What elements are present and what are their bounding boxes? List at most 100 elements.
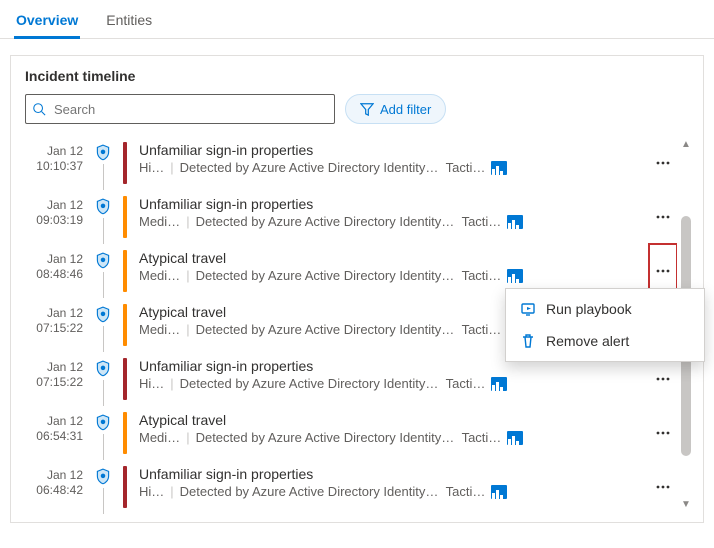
timeline-connector [103, 326, 104, 352]
alert-title[interactable]: Unfamiliar sign-in properties [139, 466, 643, 482]
detected-by: Detected by Azure Active Directory Ident… [196, 268, 456, 283]
shield-icon [94, 252, 112, 270]
alert-subtitle: Medi…|Detected by Azure Active Directory… [139, 430, 643, 445]
timestamp-date: Jan 12 [25, 360, 83, 375]
timeline-node [93, 460, 113, 514]
timeline-connector [103, 218, 104, 244]
severity-bar [123, 358, 127, 400]
timeline-connector [103, 434, 104, 460]
shield-icon [94, 306, 112, 324]
scroll-down-icon[interactable]: ▼ [681, 496, 691, 514]
timeline-node [93, 244, 113, 298]
timeline-node [93, 352, 113, 406]
alert-title[interactable]: Unfamiliar sign-in properties [139, 142, 643, 158]
alert-title[interactable]: Atypical travel [139, 250, 643, 266]
tab-overview[interactable]: Overview [14, 6, 80, 39]
timeline-row[interactable]: Jan 1210:10:37 Unfamiliar sign-in propert… [25, 136, 677, 190]
severity-label: Hi… [139, 484, 164, 499]
timestamp-date: Jan 12 [25, 198, 83, 213]
alert-content: Unfamiliar sign-in propertiesMedi…|Detec… [139, 190, 643, 244]
timestamp-time: 07:15:22 [25, 321, 83, 336]
timestamp: Jan 1208:48:46 [25, 244, 87, 298]
tactics-icon [491, 485, 507, 499]
severity-bar [123, 304, 127, 346]
menu-remove-alert[interactable]: Remove alert [506, 325, 704, 357]
detected-by: Detected by Azure Active Directory Ident… [196, 322, 456, 337]
tactics-label: Tacti… [446, 376, 486, 391]
shield-icon [94, 198, 112, 216]
timestamp-time: 10:10:37 [25, 159, 83, 174]
timeline-connector [103, 488, 104, 514]
timestamp: Jan 1207:15:22 [25, 298, 87, 352]
severity-bar [123, 466, 127, 508]
trash-icon [520, 333, 536, 349]
alert-content: Unfamiliar sign-in propertiesHi…|Detecte… [139, 460, 643, 514]
alert-content: Unfamiliar sign-in properties Hi…|Detecte… [139, 136, 643, 190]
timestamp: Jan 1210:10:37 [25, 136, 87, 190]
tactics-icon [507, 269, 523, 283]
shield-icon [94, 144, 112, 162]
alert-title[interactable]: Unfamiliar sign-in properties [139, 196, 643, 212]
timestamp-time: 07:15:22 [25, 375, 83, 390]
timeline-node [93, 298, 113, 352]
timeline-row[interactable]: Jan 1206:48:42 Unfamiliar sign-in propert… [25, 460, 677, 514]
more-actions-button[interactable] [649, 136, 677, 190]
tab-entities[interactable]: Entities [104, 6, 154, 39]
timeline-connector [103, 164, 104, 190]
alert-content: Atypical travel Medi…|Detected by Azure A… [139, 406, 643, 460]
severity-label: Medi… [139, 322, 180, 337]
search-box[interactable] [25, 94, 335, 124]
timeline-connector [103, 272, 104, 298]
timestamp: Jan 1206:48:42 [25, 460, 87, 514]
shield-icon [94, 360, 112, 378]
shield-icon [94, 414, 112, 432]
context-menu: Run playbook Remove alert [505, 288, 705, 362]
more-actions-button[interactable] [649, 406, 677, 460]
timeline-row[interactable]: Jan 1206:54:31 Atypical travel Medi…|Detec… [25, 406, 677, 460]
timeline-connector [103, 380, 104, 406]
timestamp-time: 06:48:42 [25, 483, 83, 498]
detected-by: Detected by Azure Active Directory Ident… [196, 214, 456, 229]
timestamp: Jan 1209:03:19 [25, 190, 87, 244]
timestamp-date: Jan 12 [25, 414, 83, 429]
scroll-up-icon[interactable]: ▲ [681, 136, 691, 154]
severity-bar [123, 250, 127, 292]
timestamp-date: Jan 12 [25, 252, 83, 267]
timeline-node [93, 136, 113, 190]
timeline-row[interactable]: Jan 1209:03:19 Unfamiliar sign-in propert… [25, 190, 677, 244]
alert-subtitle: Medi…|Detected by Azure Active Directory… [139, 268, 643, 283]
timestamp: Jan 1207:15:22 [25, 352, 87, 406]
timestamp-date: Jan 12 [25, 306, 83, 321]
timestamp: Jan 1206:54:31 [25, 406, 87, 460]
alert-subtitle: Hi…|Detected by Azure Active Directory I… [139, 160, 643, 175]
shield-icon [94, 468, 112, 486]
tactics-label: Tacti… [446, 160, 486, 175]
add-filter-button[interactable]: Add filter [345, 94, 446, 124]
tactics-label: Tacti… [446, 484, 486, 499]
detected-by: Detected by Azure Active Directory Ident… [196, 430, 456, 445]
menu-remove-alert-label: Remove alert [546, 333, 629, 349]
timeline-node [93, 190, 113, 244]
timeline-node [93, 406, 113, 460]
tactics-label: Tacti… [462, 430, 502, 445]
menu-run-playbook-label: Run playbook [546, 301, 632, 317]
run-playbook-icon [520, 301, 536, 317]
more-actions-button[interactable] [649, 190, 677, 244]
severity-label: Medi… [139, 430, 180, 445]
detected-by: Detected by Azure Active Directory Ident… [180, 484, 440, 499]
alert-subtitle: Hi…|Detected by Azure Active Directory I… [139, 376, 643, 391]
search-input[interactable] [52, 101, 328, 118]
tactics-icon [491, 377, 507, 391]
alert-title[interactable]: Atypical travel [139, 412, 643, 428]
detected-by: Detected by Azure Active Directory Ident… [180, 160, 440, 175]
more-actions-button[interactable] [649, 460, 677, 514]
timestamp-time: 08:48:46 [25, 267, 83, 282]
tab-bar: Overview Entities [0, 0, 714, 39]
severity-bar [123, 196, 127, 238]
search-icon [32, 102, 46, 116]
filter-icon [360, 102, 374, 116]
menu-run-playbook[interactable]: Run playbook [506, 293, 704, 325]
tactics-label: Tacti… [462, 268, 502, 283]
panel-title: Incident timeline [11, 68, 703, 94]
timestamp-time: 09:03:19 [25, 213, 83, 228]
